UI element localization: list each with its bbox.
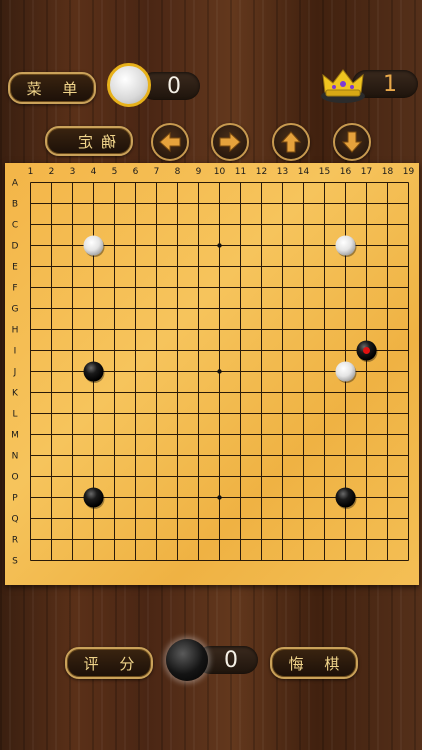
row-label: D xyxy=(12,242,19,252)
black-stone xyxy=(83,361,104,382)
column-label: 18 xyxy=(382,167,394,177)
star-point xyxy=(217,243,222,248)
arrow-down-button[interactable] xyxy=(333,123,371,161)
column-label: 4 xyxy=(91,167,97,177)
column-label: 5 xyxy=(112,167,118,177)
arrow-right-icon xyxy=(219,132,241,152)
white-stone xyxy=(335,361,356,382)
column-label: 11 xyxy=(235,167,246,177)
white-stone-indicator xyxy=(107,63,151,107)
row-label: K xyxy=(12,389,19,399)
black-stone xyxy=(335,487,356,508)
column-label: 14 xyxy=(298,167,310,177)
column-label: 6 xyxy=(133,167,139,177)
column-label: 9 xyxy=(196,167,202,177)
last-move-marker xyxy=(363,347,370,354)
column-label: 2 xyxy=(49,167,55,177)
row-label: G xyxy=(12,305,19,315)
crown-icon xyxy=(320,66,366,104)
undo-button[interactable]: 悔 棋 xyxy=(270,647,358,679)
go-board[interactable]: 1 2 3 4 5 6 7 8 9 10 11 12 13 14 15 16 17 18 19 A B C D E F G H I J K… xyxy=(5,163,419,585)
arrow-right-button[interactable] xyxy=(211,123,249,161)
column-label: 7 xyxy=(154,167,160,177)
column-label: 19 xyxy=(403,167,415,177)
arrow-up-button[interactable] xyxy=(272,123,310,161)
white-stone xyxy=(83,235,104,256)
confirm-label: 确定 xyxy=(69,132,116,151)
row-label: B xyxy=(12,200,18,210)
column-label: 1 xyxy=(28,167,34,177)
row-label: Q xyxy=(11,515,18,525)
menu-button[interactable]: 菜 单 xyxy=(8,72,96,104)
column-label: 17 xyxy=(361,167,372,177)
row-label: P xyxy=(12,494,18,504)
column-label: 3 xyxy=(70,167,76,177)
column-label: 15 xyxy=(319,167,330,177)
column-label: 13 xyxy=(277,167,288,177)
column-label: 12 xyxy=(256,167,267,177)
row-label: C xyxy=(12,221,18,231)
arrow-left-icon xyxy=(159,132,181,152)
column-label: 10 xyxy=(214,167,226,177)
star-point xyxy=(217,369,222,374)
row-label: R xyxy=(12,536,18,546)
star-point xyxy=(217,495,222,500)
row-label: F xyxy=(12,284,17,294)
row-label: S xyxy=(12,557,18,567)
row-label: L xyxy=(12,410,17,420)
arrow-left-button[interactable] xyxy=(151,123,189,161)
confirm-button[interactable]: 确定 xyxy=(45,126,133,156)
row-label: E xyxy=(12,263,18,273)
arrow-up-icon xyxy=(281,131,301,153)
board-grid[interactable]: 1 2 3 4 5 6 7 8 9 10 11 12 13 14 15 16 17 18 19ABCDEFGHIJK… xyxy=(5,163,419,585)
row-label: A xyxy=(12,179,19,189)
column-label: 8 xyxy=(175,167,181,177)
evaluate-button[interactable]: 评 分 xyxy=(65,647,153,679)
black-stone xyxy=(83,487,104,508)
black-stone-indicator xyxy=(166,639,208,681)
row-label: I xyxy=(14,347,17,357)
row-label: J xyxy=(13,368,17,378)
row-label: M xyxy=(11,431,19,441)
row-label: H xyxy=(12,326,19,336)
row-label: O xyxy=(11,473,18,483)
row-label: N xyxy=(12,452,19,462)
column-label: 16 xyxy=(340,167,352,177)
white-stone xyxy=(335,235,356,256)
arrow-down-icon xyxy=(342,131,362,153)
